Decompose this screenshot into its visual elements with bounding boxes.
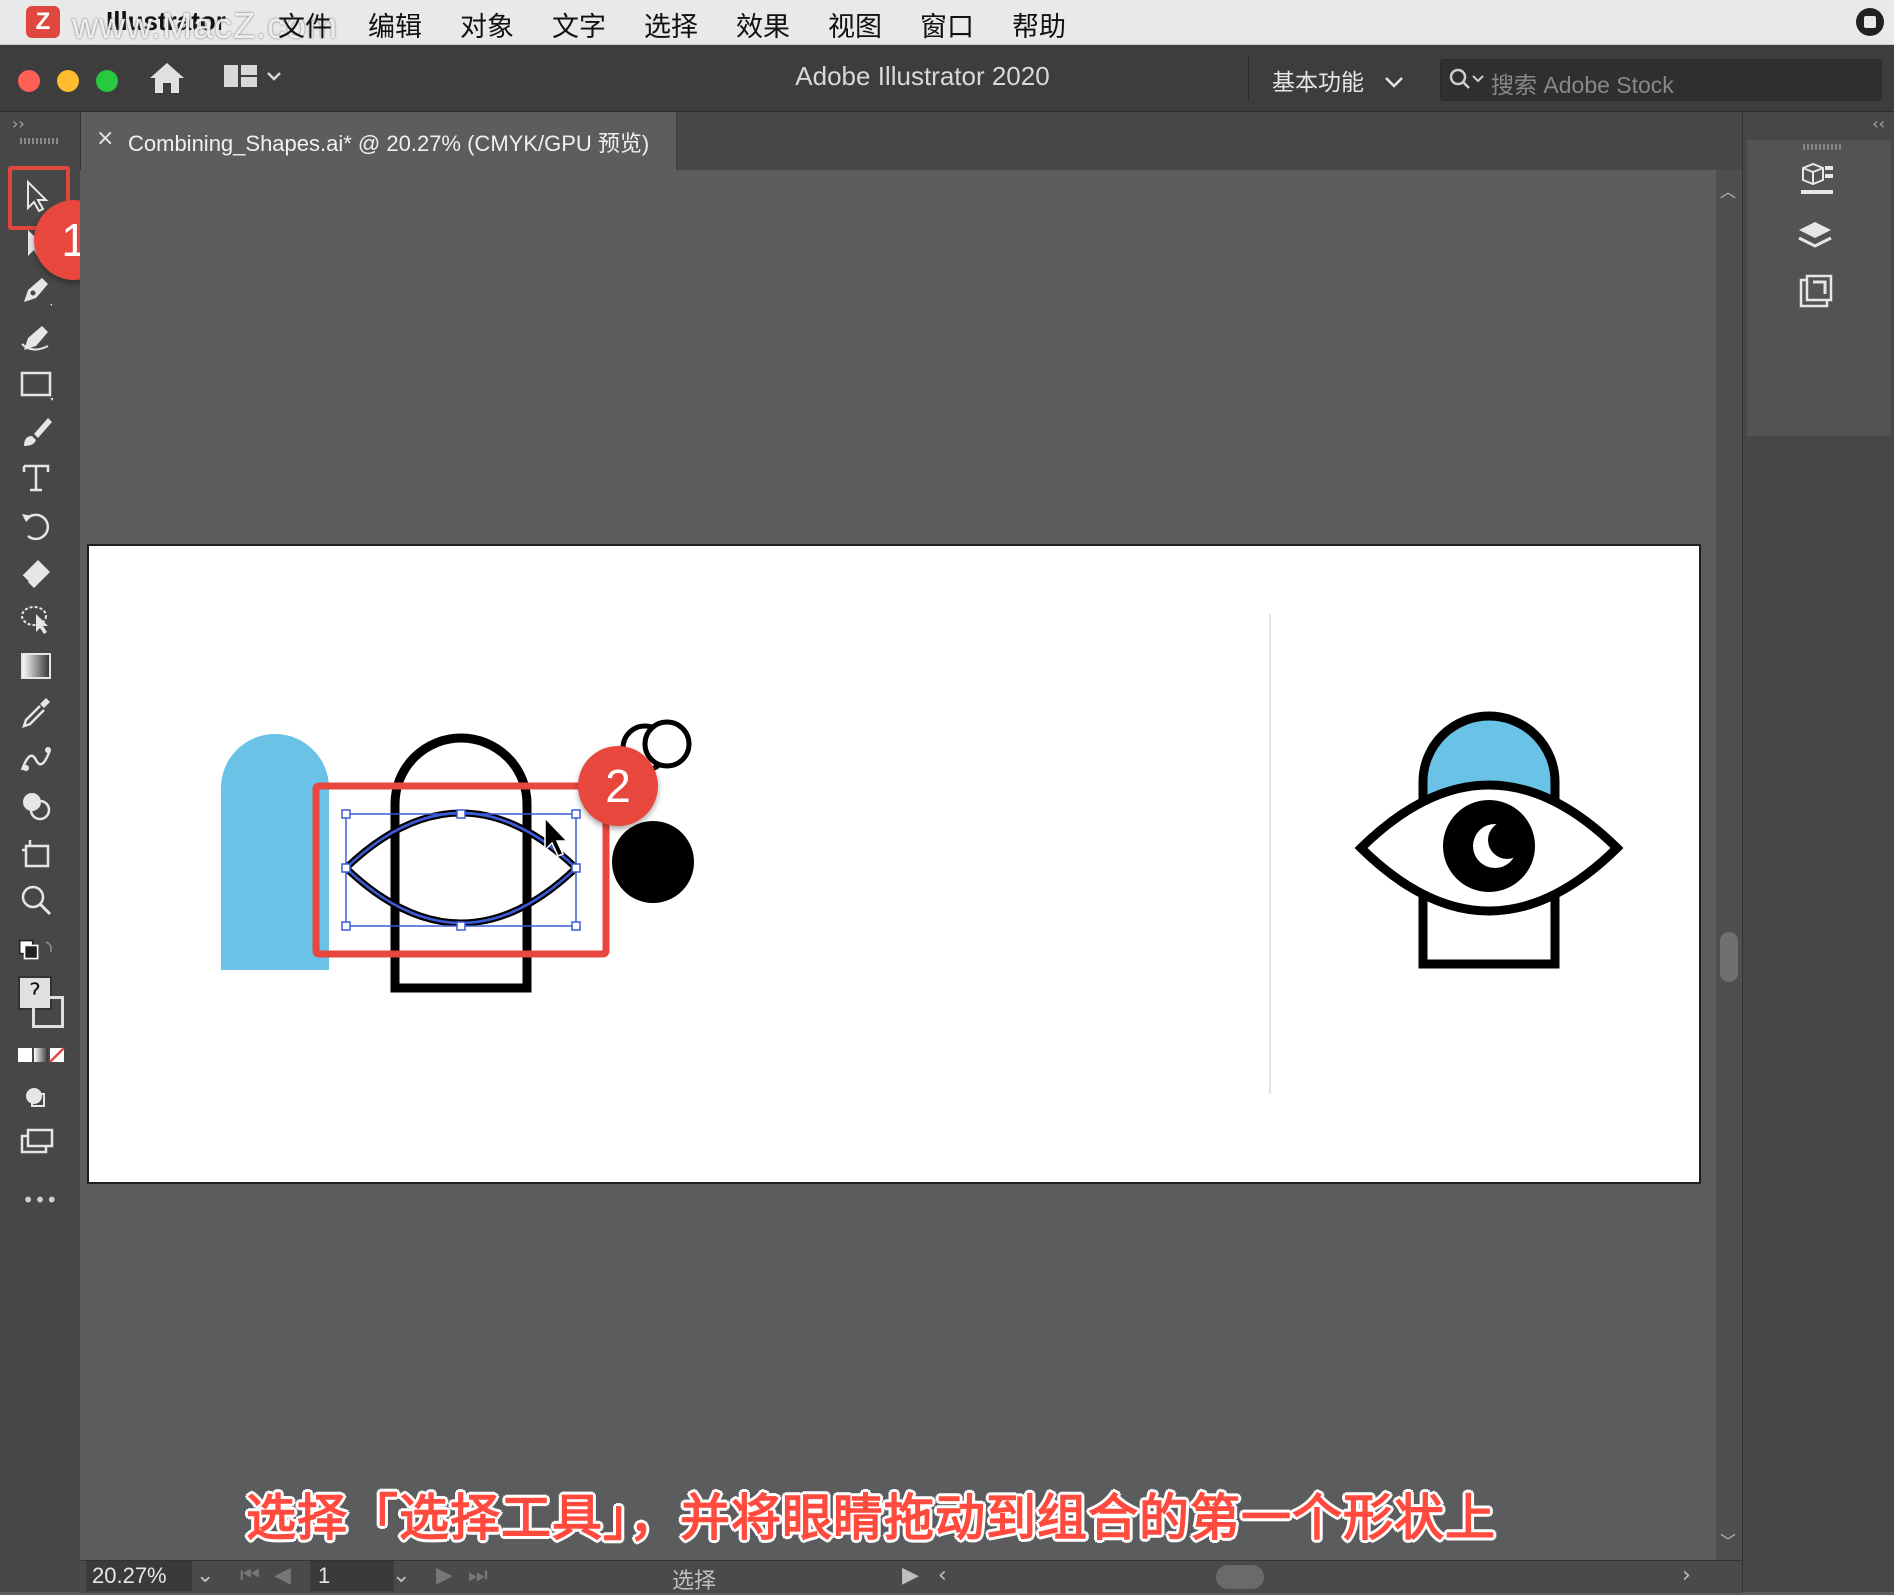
small-circle-2[interactable] [642,719,692,769]
menu-view[interactable]: 视图 [828,5,882,44]
libraries-panel-icon[interactable] [1795,162,1835,202]
scroll-right-icon[interactable]: › [1682,1563,1691,1588]
panel-grip[interactable] [1803,144,1843,150]
curvature-tool-icon[interactable] [18,320,62,356]
mac-menu-bar: Z Illustrator www.MacZ.com 文件 编辑 对象 文字 选… [0,0,1894,46]
rotate-tool-icon[interactable] [18,508,62,544]
color-mode-icons[interactable] [18,1044,65,1080]
layers-panel-icon[interactable] [1795,218,1835,258]
default-fill-stroke-icon[interactable] [18,934,62,970]
tutorial-caption: 选择「选择工具」，并将眼睛拖动到组合的第一个形状上 [246,1489,1496,1547]
bounding-box [345,813,577,927]
workspace-label: 基本功能 [1272,70,1364,96]
chevron-down-icon [1385,77,1404,88]
filled-circle[interactable] [612,821,694,903]
blend-tool-icon[interactable] [18,742,62,778]
stroke-swatch [32,996,64,1028]
document-tab[interactable]: × Combining_Shapes.ai* @ 20.27% (CMYK/GP… [80,112,677,170]
eyedropper-tool-icon[interactable] [18,694,62,730]
screen-record-icon[interactable] [1856,8,1884,36]
scroll-left-icon[interactable]: ‹ [938,1563,947,1588]
artboard-dropdown-chevron-icon[interactable]: ⌄ [392,1563,410,1588]
artwork [221,614,1624,1094]
free-transform-tool-icon[interactable] [18,600,62,636]
menu-effect[interactable]: 效果 [736,5,790,44]
edit-toolbar-icon[interactable]: ••• [18,1188,62,1224]
eraser-tool-icon[interactable] [18,554,62,590]
zoom-dropdown-chevron-icon[interactable]: ⌄ [196,1563,214,1588]
status-bar: 20.27% ⌄ ⏮ ◀ 1 ⌄ ▶ ⏭ 选择 ▶ ‹ › [80,1560,1742,1594]
collapse-panel-icon[interactable]: ›› [12,114,25,133]
divider [1248,55,1249,101]
search-icon [1449,68,1484,89]
status-menu-arrow-icon[interactable]: ▶ [902,1563,919,1588]
type-tool-icon[interactable] [18,460,62,496]
finished-eye-icon[interactable] [1354,711,1624,969]
zoom-tool-icon[interactable] [18,882,62,918]
panel-grip[interactable] [20,138,60,144]
shape-builder-tool-icon[interactable] [18,788,62,824]
scroll-up-icon[interactable]: ︿ [1720,178,1736,202]
menu-edit[interactable]: 编辑 [368,5,422,44]
menu-object[interactable]: 对象 [460,5,514,44]
horizontal-scroll-thumb[interactable] [1216,1565,1264,1589]
vertical-scroll-thumb[interactable] [1720,932,1738,982]
step-2-badge: 2 [578,746,658,826]
rectangle-tool-icon[interactable] [18,366,62,402]
previous-artboard-icon[interactable]: ◀ [274,1563,291,1588]
menu-file[interactable]: 文件 [278,5,332,44]
menu-window[interactable]: 窗口 [920,5,974,44]
workspace-switcher[interactable]: 基本功能 [1272,63,1405,97]
artboard-number-field[interactable]: 1 [310,1561,394,1591]
current-tool-status: 选择 [672,1569,717,1594]
next-artboard-icon[interactable]: ▶ [436,1563,453,1588]
mouse-pointer-icon [544,816,569,857]
search-placeholder: 搜索 Adobe Stock [1491,72,1674,98]
close-tab-icon[interactable]: × [96,126,114,151]
artboard[interactable] [87,544,1701,1184]
watermark-logo: Z [26,6,60,38]
first-artboard-icon[interactable]: ⏮ [240,1563,260,1588]
menu-help[interactable]: 帮助 [1012,5,1066,44]
right-panel-dock: ‹‹ [1742,112,1894,1592]
last-artboard-icon[interactable]: ⏭ [468,1563,488,1588]
artboard-tool-icon[interactable] [18,836,62,872]
document-tab-label: Combining_Shapes.ai* @ 20.27% (CMYK/GPU … [128,131,650,156]
vertical-scrollbar[interactable]: ︿ ﹀ [1716,170,1742,1560]
menu-select[interactable]: 选择 [644,5,698,44]
stock-search-field[interactable]: 搜索 Adobe Stock [1440,59,1882,101]
screen-mode-icon[interactable] [18,1124,62,1160]
menu-type[interactable]: 文字 [552,5,606,44]
paintbrush-tool-icon[interactable] [18,414,62,450]
artboards-panel-icon[interactable] [1795,272,1835,312]
app-title-bar: Adobe Illustrator 2020 基本功能 搜索 Adobe Sto… [0,45,1894,112]
eye-selection-path [344,811,578,925]
gradient-tool-icon[interactable] [18,648,62,684]
fill-stroke-swatch[interactable]: ? [18,976,64,1032]
zoom-level-field[interactable]: 20.27% [86,1561,192,1591]
collapse-right-panel-icon[interactable]: ‹‹ [1872,114,1885,133]
drawing-mode-icon[interactable] [18,1080,62,1116]
eye-outline-shape[interactable] [340,809,582,927]
pen-tool-icon[interactable] [18,272,62,308]
